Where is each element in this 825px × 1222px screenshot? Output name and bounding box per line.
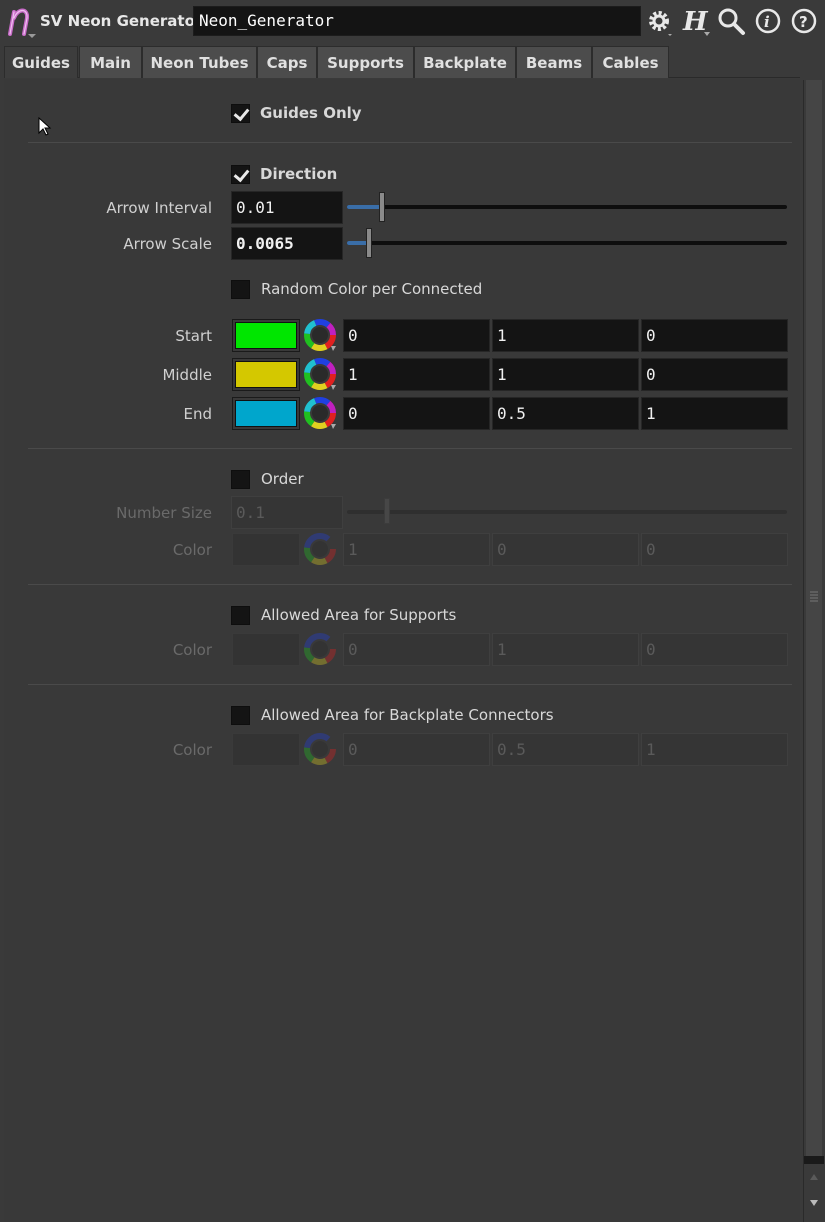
direction-label: Direction: [260, 165, 338, 183]
tab-cables[interactable]: Cables: [592, 46, 669, 78]
start-color-fill: [235, 322, 297, 349]
arrow-scale-slider[interactable]: [347, 241, 787, 245]
start-color-swatch[interactable]: [232, 319, 300, 352]
number-size-slider-handle[interactable]: [383, 498, 390, 524]
random-color-label: Random Color per Connected: [261, 280, 483, 298]
end-g-field[interactable]: 0.5: [492, 397, 639, 430]
middle-color-swatch[interactable]: [232, 358, 300, 391]
separator: [28, 584, 792, 585]
gear-icon[interactable]: [644, 6, 674, 36]
color-wheel-icon[interactable]: [304, 533, 337, 566]
scrollbar-thumb[interactable]: [806, 80, 822, 1156]
tab-guides[interactable]: Guides: [4, 46, 78, 78]
tab-beams[interactable]: Beams: [516, 46, 592, 78]
vertical-scrollbar[interactable]: [803, 80, 824, 1222]
tab-main[interactable]: Main: [79, 46, 142, 78]
middle-r-field[interactable]: 1: [343, 358, 490, 391]
separator: [28, 684, 792, 685]
start-g-field[interactable]: 1: [492, 319, 639, 352]
search-icon[interactable]: [716, 6, 746, 36]
supports-b-field[interactable]: 0: [641, 633, 788, 666]
end-b-field[interactable]: 1: [641, 397, 788, 430]
parameter-header: SV Neon Generator Neon_Generator H i ?: [0, 0, 825, 44]
random-color-checkbox[interactable]: [231, 280, 250, 299]
supports-area-checkbox[interactable]: [231, 606, 250, 625]
end-r-field[interactable]: 0: [343, 397, 490, 430]
middle-b-field[interactable]: 0: [641, 358, 788, 391]
backplate-b-field[interactable]: 1: [641, 733, 788, 766]
order-g-field[interactable]: 0: [492, 533, 639, 566]
color-wheel-icon[interactable]: [304, 397, 337, 430]
order-color-label: Color: [172, 541, 212, 559]
direction-checkbox[interactable]: [231, 165, 250, 184]
node-type-label: SV Neon Generator: [40, 12, 203, 30]
houdini-help-icon[interactable]: H: [680, 6, 710, 36]
color-wheel-icon[interactable]: [304, 319, 337, 352]
backplate-r-field[interactable]: 0: [343, 733, 490, 766]
tab-supports[interactable]: Supports: [317, 46, 414, 78]
color-wheel-icon[interactable]: [304, 358, 337, 391]
end-color-label: End: [183, 405, 212, 423]
supports-r-field[interactable]: 0: [343, 633, 490, 666]
arrow-interval-field[interactable]: 0.01: [231, 191, 343, 224]
order-r-field[interactable]: 1: [343, 533, 490, 566]
number-size-slider[interactable]: [347, 510, 787, 514]
scrollbar-end: [804, 1156, 824, 1164]
guides-only-checkbox[interactable]: [231, 104, 250, 123]
question-icon[interactable]: ?: [789, 6, 819, 36]
end-color-fill: [235, 400, 297, 427]
tab-neon-tubes[interactable]: Neon Tubes: [142, 46, 257, 78]
arrow-interval-slider-fill: [347, 205, 383, 209]
supports-g-field[interactable]: 1: [492, 633, 639, 666]
node-name-field[interactable]: Neon_Generator: [193, 6, 641, 36]
end-color-swatch[interactable]: [232, 397, 300, 430]
backplate-color-label: Color: [172, 741, 212, 759]
guides-panel: Guides Only Direction Arrow Interval 0.0…: [4, 79, 800, 1222]
scroll-down-arrow-icon[interactable]: [809, 1198, 819, 1208]
svg-text:H: H: [682, 7, 709, 36]
backplate-area-checkbox[interactable]: [231, 706, 250, 725]
middle-color-label: Middle: [162, 366, 212, 384]
arrow-scale-field[interactable]: 0.0065: [231, 227, 343, 260]
arrow-interval-slider-handle[interactable]: [379, 192, 386, 222]
scroll-grip-icon: [810, 591, 818, 602]
info-icon[interactable]: i: [753, 6, 783, 36]
supports-area-label: Allowed Area for Supports: [261, 606, 457, 624]
svg-text:i: i: [764, 13, 770, 31]
order-b-field[interactable]: 0: [641, 533, 788, 566]
middle-color-fill: [235, 361, 297, 388]
arrow-interval-label: Arrow Interval: [106, 199, 212, 217]
color-wheel-icon[interactable]: [304, 733, 337, 766]
supports-color-label: Color: [172, 641, 212, 659]
order-label: Order: [261, 470, 304, 488]
guides-only-label: Guides Only: [260, 104, 362, 122]
arrow-scale-label: Arrow Scale: [123, 235, 212, 253]
svg-text:?: ?: [799, 13, 808, 31]
middle-g-field[interactable]: 1: [492, 358, 639, 391]
backplate-color-swatch[interactable]: [232, 733, 300, 766]
order-checkbox[interactable]: [231, 470, 250, 489]
tab-backplate[interactable]: Backplate: [414, 46, 516, 78]
start-r-field[interactable]: 0: [343, 319, 490, 352]
arrow-interval-slider[interactable]: [347, 205, 787, 209]
backplate-area-label: Allowed Area for Backplate Connectors: [261, 706, 554, 724]
number-size-field[interactable]: 0.1: [231, 496, 343, 529]
arrow-scale-slider-handle[interactable]: [366, 228, 372, 258]
separator: [28, 142, 792, 143]
start-color-label: Start: [175, 327, 212, 345]
supports-color-swatch[interactable]: [232, 633, 300, 666]
backplate-g-field[interactable]: 0.5: [492, 733, 639, 766]
color-wheel-icon[interactable]: [304, 633, 337, 666]
neon-node-logo-icon: [8, 8, 36, 38]
tab-caps[interactable]: Caps: [257, 46, 317, 78]
mouse-pointer-icon: [38, 117, 52, 136]
start-b-field[interactable]: 0: [641, 319, 788, 352]
scroll-up-arrow-icon[interactable]: [809, 1172, 819, 1182]
separator: [28, 448, 792, 449]
tab-bar: Guides Main Neon Tubes Caps Supports Bac…: [4, 46, 800, 78]
order-color-swatch[interactable]: [232, 533, 300, 566]
number-size-label: Number Size: [116, 504, 212, 522]
